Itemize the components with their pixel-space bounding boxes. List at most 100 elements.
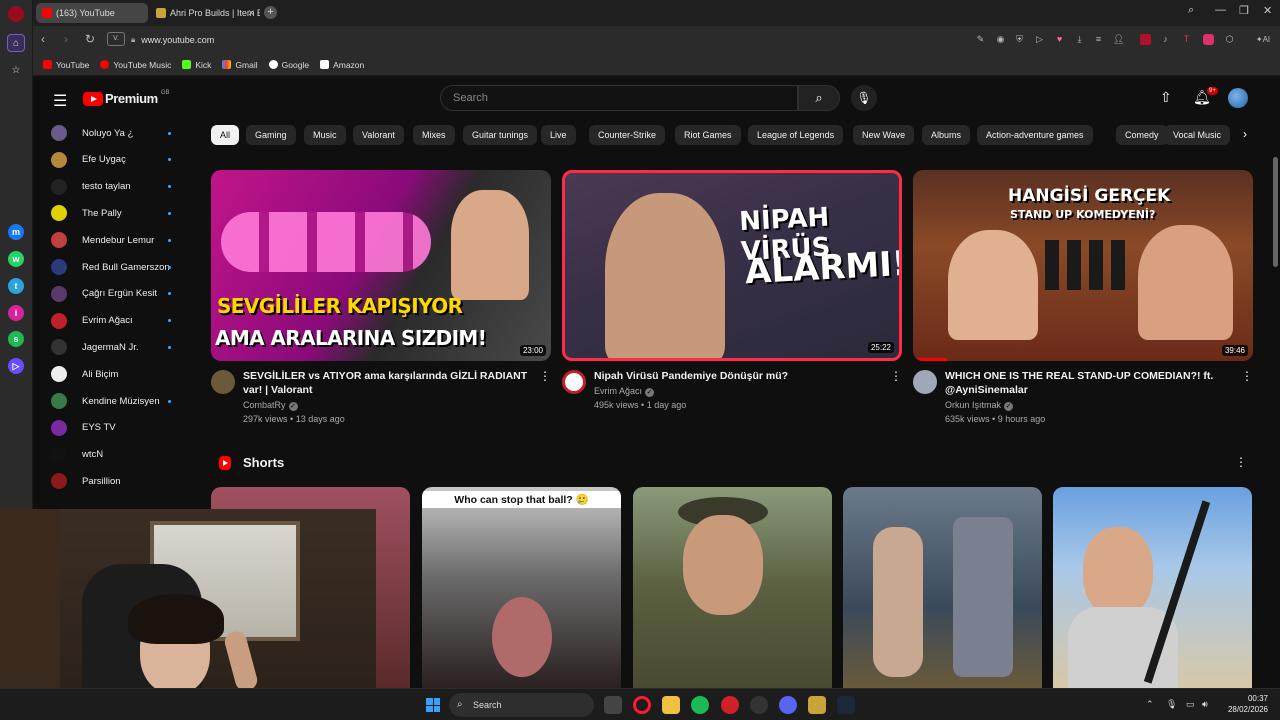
play-icon[interactable]: ▷ [1034,34,1045,45]
subscription-item[interactable]: Red Bull Gamerszon [51,257,171,277]
steam-icon[interactable] [837,696,855,714]
subscription-item[interactable]: Parsillion [51,471,171,491]
bookmark-gmail[interactable]: Gmail [222,60,258,70]
short-card[interactable] [1053,487,1252,688]
subscription-item[interactable]: Kendine Müzisyen [51,391,171,411]
clock[interactable]: 00:37 28/02/2026 [1228,693,1268,715]
player-icon[interactable]: ▷ [8,358,24,374]
extension-red-icon[interactable] [1140,34,1151,45]
new-tab-button[interactable]: + [264,6,277,19]
close-tab-icon[interactable]: ✕ [247,8,255,19]
chip-all[interactable]: All [211,125,240,145]
windows-start-icon[interactable] [426,698,440,712]
account-avatar[interactable] [1228,88,1248,108]
video-title[interactable]: WHICH ONE IS THE REAL STAND-UP COMEDIAN?… [945,369,1235,397]
opera-logo-icon[interactable] [8,6,24,22]
taskbar-search[interactable]: ⌕ Search [449,693,594,717]
download-icon[interactable]: ⤓ [1074,34,1085,45]
channel-name[interactable]: Orkun Işıtmak ✓ [945,400,1253,411]
chip-riot-games[interactable]: Riot Games [675,125,741,145]
network-icon[interactable]: ▭ [1186,699,1195,710]
heart-icon[interactable]: ♥ [1054,34,1065,45]
league-icon[interactable] [808,696,826,714]
subscription-item[interactable]: Evrim Ağacı [51,311,171,331]
edit-icon[interactable]: ✎ [975,34,986,45]
video-title[interactable]: SEVGİLİLER vs ATIYOR ama karşılarında Gİ… [243,369,533,397]
search-input[interactable]: Search [440,85,798,111]
spotify-taskbar-icon[interactable] [691,696,709,714]
channel-name[interactable]: CombatRy ✓ [243,400,551,411]
more-options-icon[interactable]: ⋮ [1235,455,1247,469]
voice-search-button[interactable]: 🎙︎ [851,85,877,111]
volume-icon[interactable]: 🔊︎ [1202,699,1208,710]
video-thumbnail[interactable]: SEVGİLİLER KAPIŞIYOR AMA ARALARINA SIZDI… [211,170,551,361]
chip-valorant[interactable]: Valorant [353,125,404,145]
subscription-item[interactable]: Ali Biçim [51,364,171,384]
subscription-item[interactable]: Çağrı Ergün Kesit [51,284,171,304]
back-icon[interactable]: ‹ [41,32,45,46]
bookmark-amazon[interactable]: Amazon [320,60,364,70]
subscription-item[interactable]: wtcN [51,445,171,465]
bookmark-google[interactable]: Google [268,60,309,70]
subscription-item[interactable]: Mendebur Lemur [51,230,171,250]
spotify-icon[interactable]: s [8,331,24,347]
close-window-icon[interactable]: ✕ [1263,4,1272,17]
camera-icon[interactable]: ◉ [995,34,1006,45]
pinboard-icon[interactable]: ☆ [7,61,25,79]
whatsapp-icon[interactable]: w [8,251,24,267]
subscription-item[interactable]: JagermaN Jr. [51,337,171,357]
tab-ahri-builds[interactable]: Ahri Pro Builds | Item Build ✕ [150,3,260,23]
menu-icon[interactable]: ≡ [1093,34,1104,45]
short-card[interactable] [843,487,1042,688]
messenger-icon[interactable]: m [8,224,24,240]
video-title[interactable]: Nipah Virüsü Pandemiye Dönüşür mü? [594,369,884,383]
ai-button[interactable]: ✦AI [1249,34,1277,45]
search-tabs-icon[interactable]: ⌕ [1188,4,1194,17]
scrollbar[interactable] [1273,157,1278,267]
extensions-puzzle-icon[interactable]: ⬡ [1224,34,1235,45]
vpn-badge-icon[interactable]: V. [107,32,125,46]
forward-icon[interactable]: › [64,32,68,46]
bookmark-youtube-music[interactable]: YouTube Music [100,60,171,70]
channel-avatar[interactable] [913,370,937,394]
subscription-item[interactable]: The Pally [51,203,171,223]
bookmark-kick[interactable]: Kick [182,60,211,70]
chip-live[interactable]: Live [541,125,576,145]
instagram-icon[interactable]: i [8,305,24,321]
telegram-icon[interactable]: t [8,278,24,294]
chip-gaming[interactable]: Gaming [246,125,296,145]
app-gray-icon[interactable] [750,696,768,714]
chip-action-adventure-games[interactable]: Action-adventure games [977,125,1093,145]
video-card[interactable]: NİPAH VİRÜS ALARMI! 25:22 Nipah Virüsü P… [562,170,902,429]
chevron-right-icon[interactable]: › [1243,127,1247,141]
chip-league-of-legends[interactable]: League of Legends [748,125,844,145]
tab-youtube[interactable]: (163) YouTube [36,3,148,23]
short-card[interactable]: Who can stop that ball? 🥲 [422,487,621,688]
channel-avatar[interactable] [562,370,586,394]
chip-comedy[interactable]: Comedy [1116,125,1168,145]
channel-avatar[interactable] [211,370,235,394]
video-card[interactable]: SEVGİLİLER KAPIŞIYOR AMA ARALARINA SIZDI… [211,170,551,429]
extension-tiktok-icon[interactable]: ♪ [1160,34,1171,45]
chip-vocal-music[interactable]: Vocal Music [1164,125,1231,145]
chip-guitar-tunings[interactable]: Guitar tunings [463,125,538,145]
subscription-item[interactable]: Noluyo Ya ¿ [51,123,171,143]
opera-gx-icon[interactable] [633,696,651,714]
more-options-icon[interactable]: ⋮ [539,369,551,383]
tray-chevron-icon[interactable]: ⌃ [1146,699,1154,710]
video-thumbnail[interactable]: NİPAH VİRÜS ALARMI! 25:22 [562,170,902,361]
subscription-item[interactable]: Efe Uygaç [51,150,171,170]
extension-tube-icon[interactable]: T [1181,34,1192,45]
video-card[interactable]: HANGİSİ GERÇEK STAND UP KOMEDYENİ? 39:46… [913,170,1253,429]
chip-counter-strike[interactable]: Counter-Strike [589,125,666,145]
minimize-icon[interactable]: — [1215,4,1226,16]
video-thumbnail[interactable]: HANGİSİ GERÇEK STAND UP KOMEDYENİ? 39:46 [913,170,1253,361]
search-button[interactable]: ⌕ [798,85,840,111]
hamburger-menu-icon[interactable]: ☰ [53,91,67,111]
maximize-icon[interactable]: ❐ [1239,4,1249,17]
upload-icon[interactable]: ⇧ [1160,89,1172,106]
home-icon[interactable]: ⌂ [7,34,25,52]
more-options-icon[interactable]: ⋮ [890,369,902,383]
chip-new-wave[interactable]: New Wave [853,125,915,145]
user-icon[interactable]: 👤︎ [1113,34,1124,45]
